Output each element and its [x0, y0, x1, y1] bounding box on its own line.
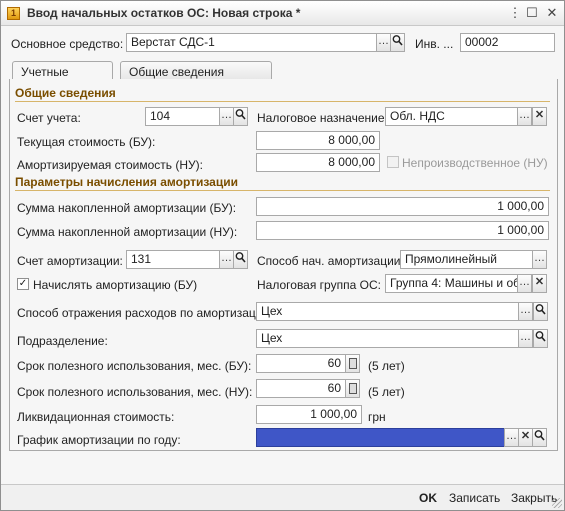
resize-grip[interactable]	[552, 498, 562, 508]
tab-general-info[interactable]: Общие сведения (прочее)	[120, 61, 272, 93]
reflection-field[interactable]: Цех	[256, 302, 520, 321]
charge-depreciation-label: Начислять амортизацию (БУ)	[33, 278, 198, 292]
division-label: Подразделение:	[17, 334, 108, 348]
current-cost-field[interactable]: 8 000,00	[256, 131, 380, 150]
accum-bu-label: Сумма накопленной амортизации (БУ):	[17, 201, 237, 215]
account-field[interactable]: 104	[145, 107, 221, 126]
schedule-clear-icon[interactable]: ✕	[518, 428, 533, 447]
asset-search-icon[interactable]	[390, 33, 405, 52]
life-nu-field[interactable]: 60	[256, 379, 346, 398]
tax-purpose-clear-icon[interactable]: ✕	[532, 107, 547, 126]
depr-account-select-icon[interactable]: …	[219, 250, 234, 269]
accum-nu-label: Сумма накопленной амортизации (НУ):	[17, 225, 238, 239]
schedule-label: График амортизации по году:	[17, 433, 181, 447]
section-general: Общие сведения	[15, 86, 550, 102]
life-nu-years: (5 лет)	[368, 385, 405, 399]
account-search-icon[interactable]	[233, 107, 248, 126]
schedule-field[interactable]	[256, 428, 506, 447]
depr-method-select-icon[interactable]: …	[532, 250, 547, 269]
reflection-search-icon[interactable]	[533, 302, 548, 321]
menu-icon[interactable]: ⋮	[506, 4, 524, 22]
division-search-icon[interactable]	[533, 329, 548, 348]
window-title: Ввод начальных остатков ОС: Новая строка…	[27, 6, 301, 20]
close-icon[interactable]: ✕	[543, 4, 561, 22]
account-label: Счет учета:	[17, 111, 81, 125]
depr-account-label: Счет амортизации:	[17, 254, 123, 268]
life-bu-years: (5 лет)	[368, 359, 405, 373]
tax-group-select-icon[interactable]: …	[517, 274, 532, 293]
depr-account-search-icon[interactable]	[233, 250, 248, 269]
tax-purpose-select-icon[interactable]: …	[517, 107, 532, 126]
nonproduction-label: Непроизводственное (НУ)	[402, 156, 548, 170]
life-bu-field[interactable]: 60	[256, 354, 346, 373]
liquidation-currency: грн	[368, 410, 386, 424]
depr-account-field[interactable]: 131	[126, 250, 221, 269]
reflection-select-icon[interactable]: …	[518, 302, 533, 321]
title-bar: 1 Ввод начальных остатков ОС: Новая стро…	[1, 1, 564, 26]
liquidation-field[interactable]: 1 000,00	[256, 405, 362, 424]
current-cost-label: Текущая стоимость (БУ):	[17, 135, 156, 149]
depr-method-field[interactable]: Прямолинейный	[400, 250, 534, 269]
dialog-window: 1 Ввод начальных остатков ОС: Новая стро…	[0, 0, 565, 511]
app-icon: 1	[7, 7, 20, 20]
schedule-select-icon[interactable]: …	[504, 428, 519, 447]
life-bu-calculator-icon[interactable]	[345, 354, 360, 373]
nonproduction-checkbox[interactable]	[387, 156, 399, 168]
schedule-search-icon[interactable]	[532, 428, 547, 447]
life-nu-label: Срок полезного использования, мес. (НУ):	[17, 385, 253, 399]
close-button[interactable]: Закрыть	[511, 491, 557, 505]
tax-purpose-label: Налоговое назначение:	[257, 111, 388, 125]
tab-accounting-data[interactable]: Учетные данные	[12, 61, 113, 93]
reflection-label: Способ отражения расходов по амортизации…	[17, 306, 273, 320]
liquidation-label: Ликвидационная стоимость:	[17, 410, 175, 424]
asset-label: Основное средство:	[11, 37, 124, 51]
ok-button[interactable]: OK	[419, 491, 437, 505]
depreciable-cost-field[interactable]: 8 000,00	[256, 153, 380, 172]
account-select-icon[interactable]: …	[219, 107, 234, 126]
division-field[interactable]: Цех	[256, 329, 520, 348]
life-nu-calculator-icon[interactable]	[345, 379, 360, 398]
accum-nu-field[interactable]: 1 000,00	[256, 221, 549, 240]
save-button[interactable]: Записать	[449, 491, 500, 505]
division-select-icon[interactable]: …	[518, 329, 533, 348]
asset-select-icon[interactable]: …	[376, 33, 391, 52]
tax-group-clear-icon[interactable]: ✕	[532, 274, 547, 293]
inv-number-field[interactable]: 00002	[460, 33, 555, 52]
inv-label: Инв. ...	[415, 37, 454, 51]
section-depreciation: Параметры начисления амортизации	[15, 175, 550, 191]
life-bu-label: Срок полезного использования, мес. (БУ):	[17, 359, 252, 373]
depreciable-cost-label: Амортизируемая стоимость (НУ):	[17, 158, 203, 172]
footer-bar: OK Записать Закрыть	[1, 484, 564, 510]
accum-bu-field[interactable]: 1 000,00	[256, 197, 549, 216]
asset-field[interactable]: Верстат СДС-1	[126, 33, 378, 52]
tax-group-field[interactable]: Группа 4: Машины и обор	[385, 274, 519, 293]
charge-depreciation-checkbox[interactable]: ✓	[17, 278, 29, 290]
tax-group-label: Налоговая группа ОС:	[257, 278, 381, 292]
maximize-icon[interactable]: ☐	[523, 4, 541, 22]
tax-purpose-field[interactable]: Обл. НДС	[385, 107, 519, 126]
depr-method-label: Способ нач. амортизации:	[257, 254, 404, 268]
